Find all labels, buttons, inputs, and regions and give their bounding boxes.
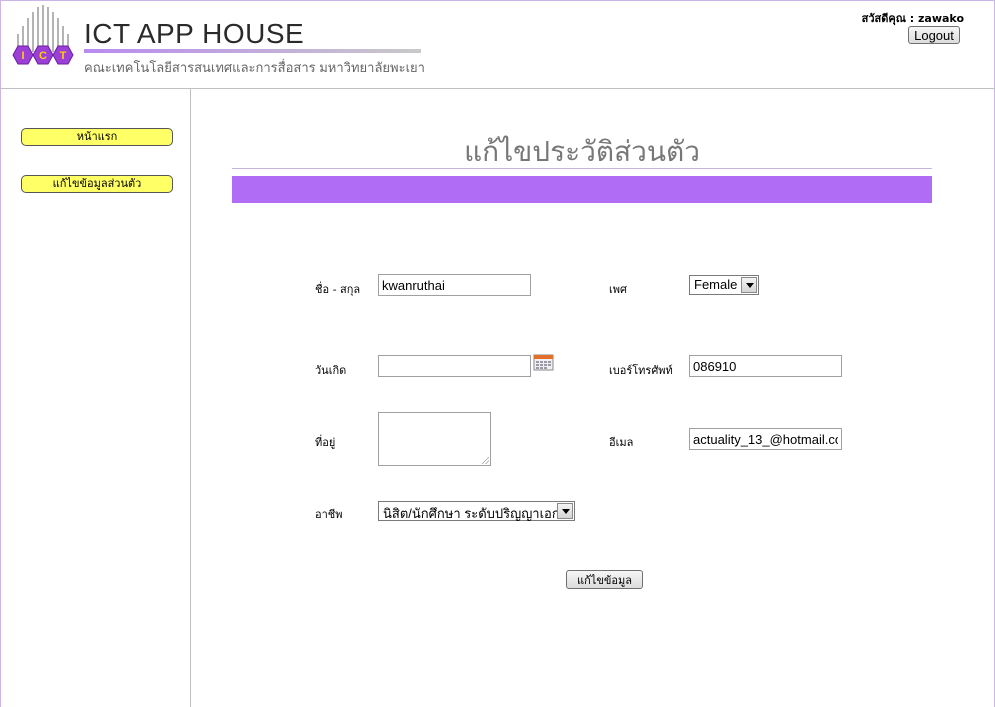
sidebar: หน้าแรก แก้ไขข้อมูลส่วนตัว — [0, 89, 191, 707]
occupation-label: อาชีพ — [315, 508, 343, 521]
header-band — [232, 176, 932, 203]
ict-logo: I C T — [12, 5, 74, 65]
logo-letter-t: T — [60, 50, 67, 62]
user-greeting: สวัสดีคุณ : zawako — [861, 12, 964, 25]
gender-select[interactable]: Female — [689, 275, 759, 295]
phone-label: เบอร์โทรศัพท์ — [609, 364, 673, 377]
logout-button[interactable]: Logout — [908, 26, 960, 44]
title-divider — [232, 168, 932, 169]
occupation-select-value: นิสิต/นักศึกษา ระดับปริญญาเอก — [383, 506, 560, 521]
brand-title: ICT APP HOUSE — [84, 18, 305, 49]
sidebar-item-edit-profile[interactable]: แก้ไขข้อมูลส่วนตัว — [21, 175, 173, 193]
email-label: อีเมล — [609, 436, 634, 449]
occupation-select[interactable]: นิสิต/นักศึกษา ระดับปริญญาเอก — [378, 501, 575, 521]
edit-profile-submit-button[interactable]: แก้ไขข้อมูล — [566, 570, 643, 589]
phone-input[interactable] — [689, 355, 842, 377]
dropdown-arrow-icon[interactable] — [741, 277, 757, 293]
gender-select-value: Female — [694, 277, 738, 292]
gender-label: เพศ — [609, 283, 627, 296]
email-input[interactable] — [689, 428, 842, 450]
brand-subtitle: คณะเทคโนโลยีสารสนเทศและการสื่อสาร มหาวิท… — [84, 60, 425, 75]
birthday-label: วันเกิด — [315, 364, 347, 377]
address-textarea[interactable] — [378, 412, 491, 466]
brand-divider — [84, 49, 421, 53]
header: I C T ICT APP HOUSE คณะเทคโนโลยีสารสนเทศ… — [0, 0, 995, 89]
name-input[interactable] — [378, 274, 531, 296]
sidebar-item-home[interactable]: หน้าแรก — [21, 128, 173, 146]
logo-letter-i: I — [21, 50, 24, 62]
dropdown-arrow-icon[interactable] — [557, 503, 573, 519]
logo-letter-c: C — [39, 50, 47, 62]
calendar-icon[interactable] — [533, 353, 554, 371]
name-label: ชื่อ - สกุล — [315, 283, 361, 296]
address-label: ที่อยู่ — [315, 436, 336, 449]
birthday-input[interactable] — [378, 355, 531, 377]
